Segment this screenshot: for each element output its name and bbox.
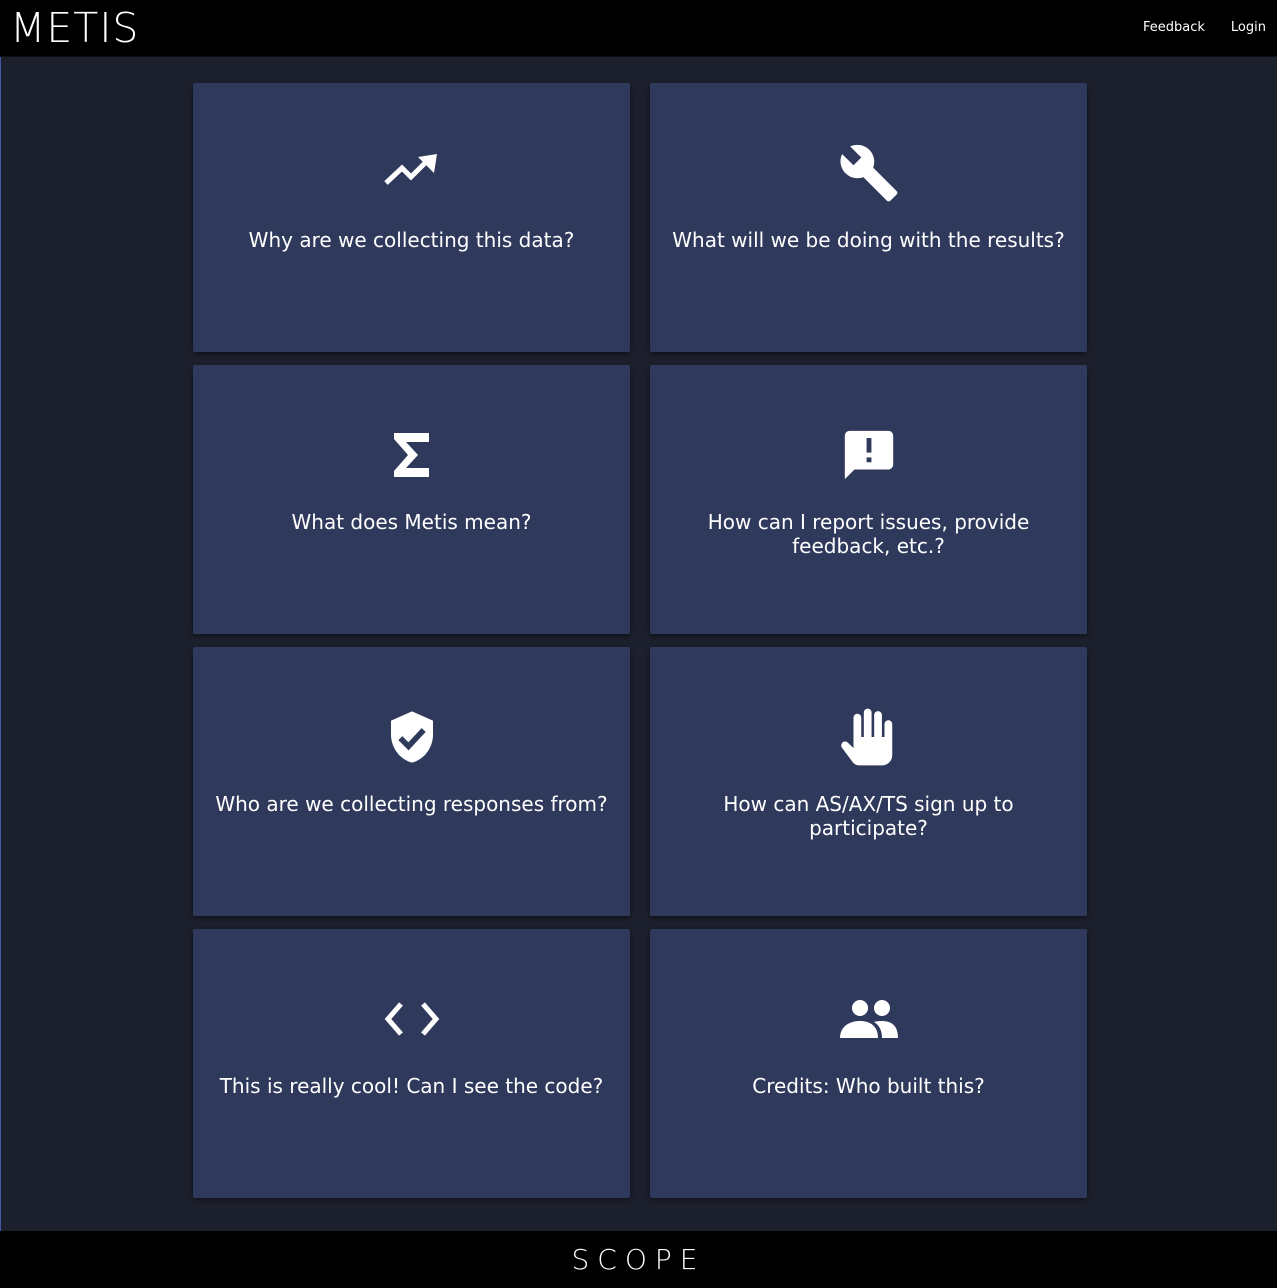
left-edge-line bbox=[0, 57, 1, 1231]
faq-card-label: What will we be doing with the results? bbox=[672, 228, 1065, 252]
footer-bar: SCOPE bbox=[0, 1231, 1277, 1288]
faq-card-label: Credits: Who built this? bbox=[752, 1074, 985, 1098]
raised-hand-icon bbox=[837, 705, 901, 769]
faq-card-label: Why are we collecting this data? bbox=[248, 228, 575, 252]
faq-card-report-issues[interactable]: How can I report issues, provide feedbac… bbox=[650, 365, 1087, 634]
login-link[interactable]: Login bbox=[1231, 20, 1266, 35]
faq-card-label: What does Metis mean? bbox=[291, 510, 532, 534]
wrench-icon bbox=[837, 141, 901, 205]
trending-up-icon bbox=[380, 141, 444, 205]
faq-grid: Why are we collecting this data? What wi… bbox=[193, 83, 1087, 1198]
faq-card-results[interactable]: What will we be doing with the results? bbox=[650, 83, 1087, 352]
brand-logo[interactable]: METIS bbox=[10, 5, 139, 51]
top-bar: METIS Feedback Login bbox=[0, 0, 1277, 57]
faq-card-credits[interactable]: Credits: Who built this? bbox=[650, 929, 1087, 1198]
feedback-link[interactable]: Feedback bbox=[1143, 20, 1205, 35]
code-brackets-icon bbox=[380, 987, 444, 1051]
faq-card-label: Who are we collecting responses from? bbox=[215, 792, 608, 816]
scope-logo[interactable]: SCOPE bbox=[0, 1243, 1277, 1277]
shield-check-icon bbox=[380, 705, 444, 769]
top-nav: Feedback Login bbox=[1143, 20, 1266, 35]
faq-card-label: How can AS/AX/TS sign up to participate? bbox=[723, 792, 1014, 840]
faq-card-who-responses[interactable]: Who are we collecting responses from? bbox=[193, 647, 630, 916]
feedback-alert-icon bbox=[837, 423, 901, 487]
faq-card-why-collecting[interactable]: Why are we collecting this data? bbox=[193, 83, 630, 352]
faq-card-metis-meaning[interactable]: What does Metis mean? bbox=[193, 365, 630, 634]
people-icon bbox=[837, 987, 901, 1051]
sigma-icon bbox=[380, 423, 444, 487]
faq-card-see-code[interactable]: This is really cool! Can I see the code? bbox=[193, 929, 630, 1198]
faq-card-label: This is really cool! Can I see the code? bbox=[219, 1074, 604, 1098]
faq-card-label: How can I report issues, provide feedbac… bbox=[707, 510, 1030, 558]
faq-card-sign-up[interactable]: How can AS/AX/TS sign up to participate? bbox=[650, 647, 1087, 916]
